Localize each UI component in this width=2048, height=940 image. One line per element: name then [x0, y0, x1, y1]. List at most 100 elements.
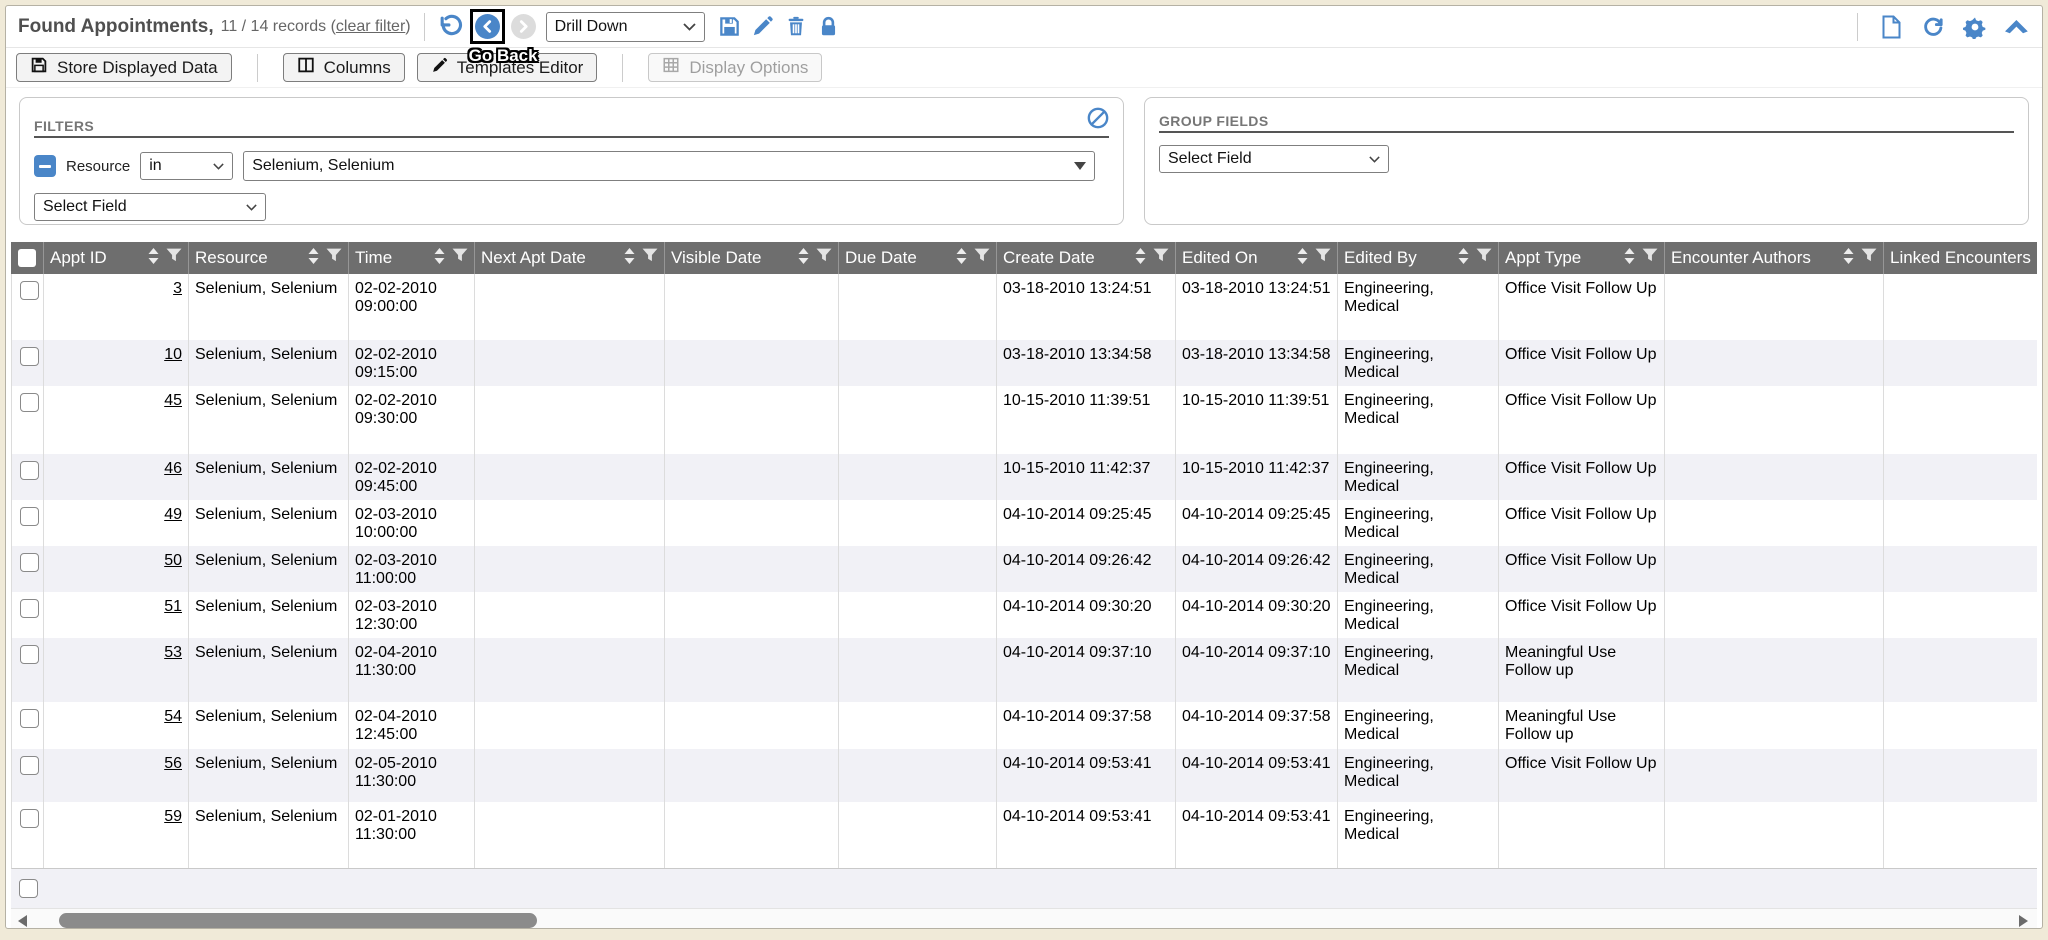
column-header-encounter-authors[interactable]: Encounter Authors: [1664, 242, 1883, 274]
appt-id-link[interactable]: 51: [164, 598, 182, 615]
cell-create-date: 04-10-2014 09:37:10: [997, 638, 1176, 702]
filter-funnel-icon[interactable]: [1153, 248, 1169, 268]
column-header-create-date[interactable]: Create Date: [996, 242, 1175, 274]
column-header-time[interactable]: Time: [348, 242, 474, 274]
scroll-right-arrow-icon[interactable]: [2019, 915, 2028, 927]
column-header-visible-date[interactable]: Visible Date: [664, 242, 838, 274]
display-options-grid-icon: [662, 56, 680, 79]
cell-select: [12, 340, 44, 386]
appt-id-link[interactable]: 46: [164, 460, 182, 477]
filter-funnel-icon[interactable]: [1642, 248, 1658, 268]
row-checkbox[interactable]: [20, 461, 39, 480]
store-displayed-data-button[interactable]: Store Displayed Data: [16, 53, 232, 82]
column-header-due-date[interactable]: Due Date: [838, 242, 996, 274]
filter-funnel-icon[interactable]: [1861, 248, 1877, 268]
filter-funnel-icon[interactable]: [974, 248, 990, 268]
cell-linked-encounters: [1884, 386, 2037, 454]
horizontal-scrollbar[interactable]: [11, 908, 2037, 929]
filter-funnel-icon[interactable]: [642, 248, 658, 268]
filter-funnel-icon[interactable]: [816, 248, 832, 268]
collapse-chevron-up-icon[interactable]: [2004, 14, 2030, 40]
sort-icon[interactable]: [1458, 248, 1469, 269]
column-header-edited-on[interactable]: Edited On: [1175, 242, 1337, 274]
clear-filters-ban-icon[interactable]: [1087, 107, 1109, 134]
refresh-icon[interactable]: [1920, 14, 1946, 40]
filter-operator-select[interactable]: in: [140, 152, 233, 180]
cell-time: 02-02-2010 09:00:00: [349, 274, 475, 340]
row-checkbox[interactable]: [20, 756, 39, 775]
remove-filter-minus-icon[interactable]: [34, 155, 56, 177]
appt-id-link[interactable]: 54: [164, 708, 182, 725]
row-checkbox[interactable]: [19, 879, 38, 898]
group-field-select[interactable]: Select Field: [1159, 145, 1389, 173]
column-header-resource[interactable]: Resource: [188, 242, 348, 274]
column-header-appt-id[interactable]: Appt ID: [43, 242, 188, 274]
sort-icon[interactable]: [1843, 248, 1854, 269]
trash-icon[interactable]: [783, 14, 809, 40]
cell-appt-type: Office Visit Follow Up: [1499, 546, 1665, 592]
sort-icon[interactable]: [1297, 248, 1308, 269]
lock-icon[interactable]: [816, 14, 842, 40]
appt-id-link[interactable]: 10: [164, 346, 182, 363]
sort-icon[interactable]: [956, 248, 967, 269]
appt-id-link[interactable]: 53: [164, 644, 182, 661]
column-header-edited-by[interactable]: Edited By: [1337, 242, 1498, 274]
scroll-left-arrow-icon[interactable]: [18, 915, 27, 927]
row-checkbox[interactable]: [20, 347, 39, 366]
scrollbar-thumb[interactable]: [59, 913, 537, 928]
cell-edited-on: 04-10-2014 09:30:20: [1176, 592, 1338, 638]
sort-icon[interactable]: [1135, 248, 1146, 269]
columns-button[interactable]: Columns: [283, 53, 405, 82]
sort-icon[interactable]: [308, 248, 319, 269]
filter-funnel-icon[interactable]: [166, 248, 182, 268]
clear-filter-link[interactable]: clear filter: [336, 18, 405, 35]
filter-funnel-icon[interactable]: [452, 248, 468, 268]
sort-icon[interactable]: [434, 248, 445, 269]
cell-appt-type: Office Visit Follow Up: [1499, 386, 1665, 454]
sort-icon[interactable]: [148, 248, 159, 269]
undo-icon[interactable]: [438, 14, 464, 40]
go-back-icon[interactable]: [475, 14, 500, 39]
sort-icon[interactable]: [624, 248, 635, 269]
filter-funnel-icon[interactable]: [326, 248, 342, 268]
sort-icon[interactable]: [1624, 248, 1635, 269]
select-all-checkbox[interactable]: [18, 249, 36, 267]
add-filter-field-select[interactable]: Select Field: [34, 193, 266, 221]
divider: [257, 54, 258, 82]
row-checkbox[interactable]: [20, 709, 39, 728]
column-header-appt-type[interactable]: Appt Type: [1498, 242, 1664, 274]
row-checkbox[interactable]: [20, 809, 39, 828]
row-checkbox[interactable]: [20, 553, 39, 572]
columns-icon: [297, 56, 315, 79]
view-actions: [717, 14, 842, 40]
appt-id-link[interactable]: 49: [164, 506, 182, 523]
cell-linked-encounters: [1884, 454, 2037, 500]
display-options-button[interactable]: Display Options: [648, 53, 822, 82]
go-forward-icon[interactable]: [511, 14, 536, 39]
gear-icon[interactable]: [1962, 14, 1988, 40]
filter-funnel-icon[interactable]: [1476, 248, 1492, 268]
drill-down-select[interactable]: Drill Down: [546, 12, 705, 42]
new-document-icon[interactable]: [1878, 14, 1904, 40]
column-header-linked-encounters[interactable]: Linked Encounters: [1883, 242, 2037, 274]
edit-pencil-icon[interactable]: [750, 14, 776, 40]
appt-id-link[interactable]: 56: [164, 755, 182, 772]
sort-icon[interactable]: [798, 248, 809, 269]
row-checkbox[interactable]: [20, 281, 39, 300]
row-checkbox[interactable]: [20, 393, 39, 412]
appt-id-link[interactable]: 50: [164, 552, 182, 569]
column-header-next-apt-date[interactable]: Next Apt Date: [474, 242, 664, 274]
save-view-icon[interactable]: [717, 14, 743, 40]
appt-id-link[interactable]: 59: [164, 808, 182, 825]
filter-funnel-icon[interactable]: [1315, 248, 1331, 268]
cell-appt-type: Meaningful Use Follow up: [1499, 702, 1665, 749]
page-title: Found Appointments,: [18, 16, 214, 38]
row-checkbox[interactable]: [20, 645, 39, 664]
row-checkbox[interactable]: [20, 507, 39, 526]
row-checkbox[interactable]: [20, 599, 39, 618]
trailing-row: [11, 869, 2037, 908]
cell-next-apt-date: [475, 454, 665, 500]
appt-id-link[interactable]: 45: [164, 392, 182, 409]
appt-id-link[interactable]: 3: [173, 280, 182, 297]
filter-value-select[interactable]: Selenium, Selenium: [243, 151, 1095, 181]
